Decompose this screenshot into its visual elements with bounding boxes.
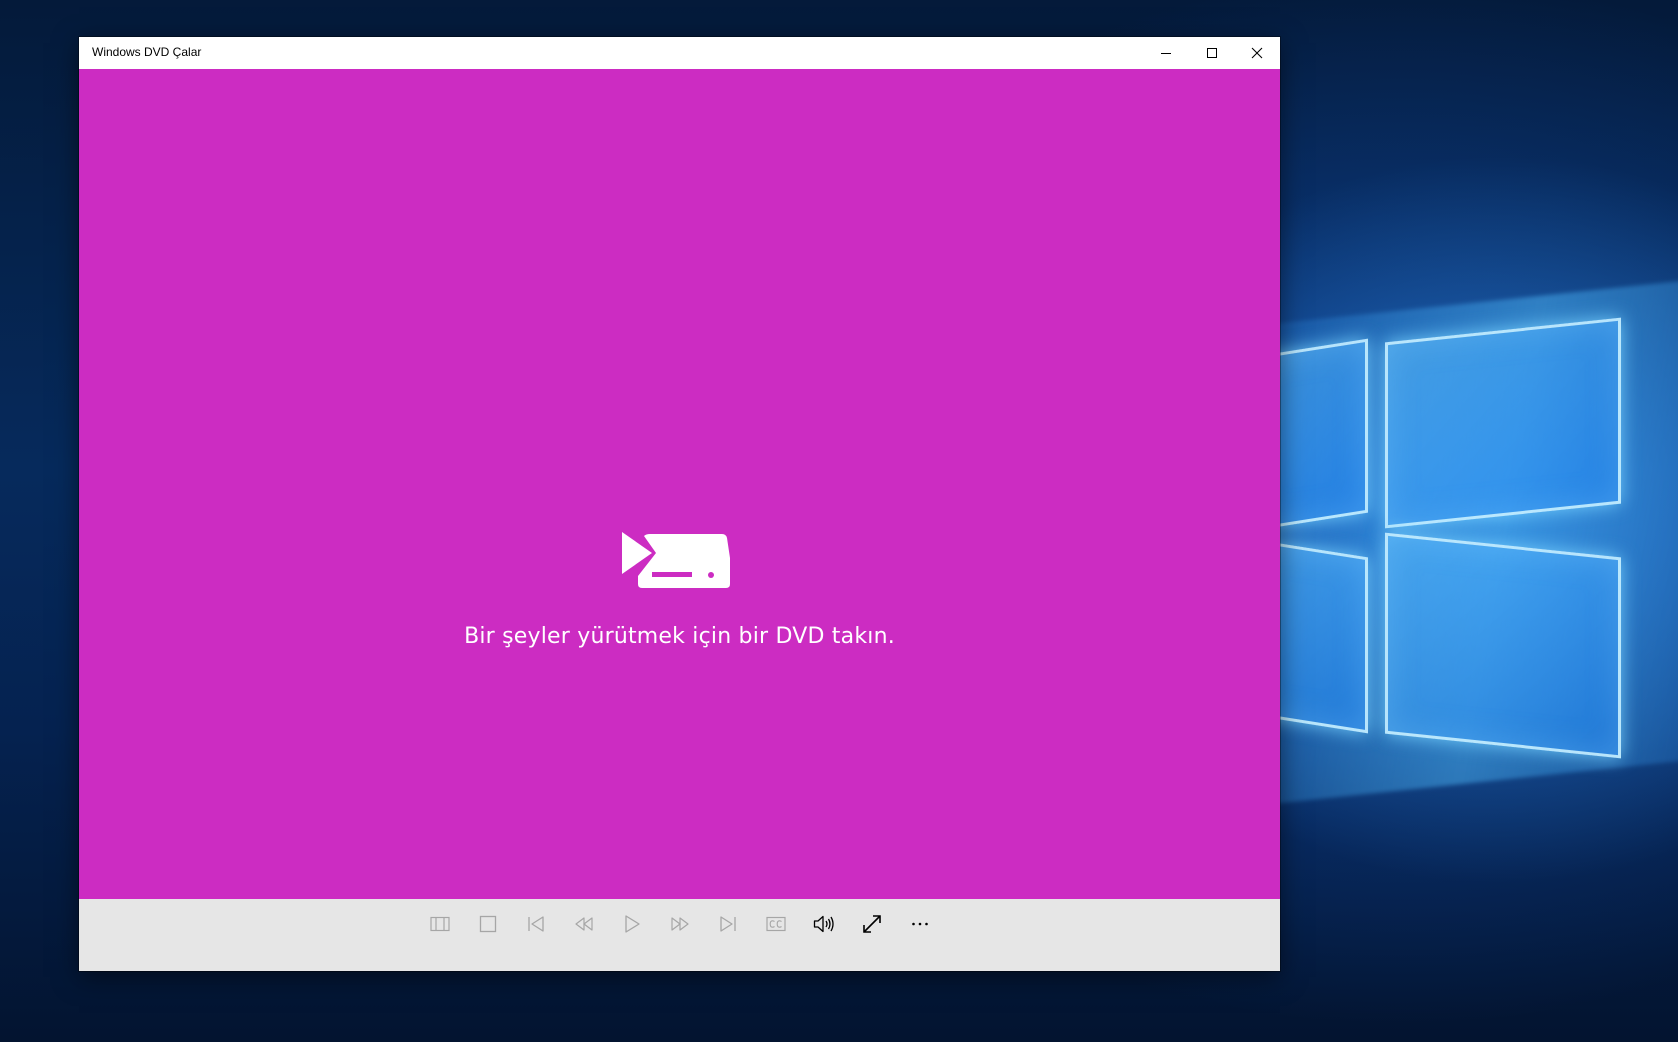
play-button[interactable] xyxy=(612,909,652,939)
menu-icon xyxy=(430,916,450,932)
close-icon xyxy=(1251,47,1263,59)
rewind-button[interactable] xyxy=(564,909,604,939)
stop-button[interactable] xyxy=(468,909,508,939)
rewind-icon xyxy=(575,917,593,931)
fast-forward-icon xyxy=(671,917,689,931)
next-chapter-button[interactable] xyxy=(708,909,748,939)
maximize-button[interactable] xyxy=(1189,37,1235,69)
play-icon xyxy=(625,915,640,933)
minimize-button[interactable] xyxy=(1143,37,1189,69)
maximize-icon xyxy=(1207,48,1217,58)
menu-button[interactable] xyxy=(420,909,460,939)
full-screen-icon xyxy=(863,915,881,933)
wallpaper-logo-pane xyxy=(1385,532,1621,759)
playback-control-bar xyxy=(79,899,1280,971)
volume-icon xyxy=(813,915,834,933)
dvd-drive-icon xyxy=(622,532,730,588)
video-area[interactable]: Bir şeyler yürütmek için bir DVD takın. xyxy=(79,69,1280,899)
wallpaper-logo-pane xyxy=(1385,317,1621,529)
stop-icon xyxy=(479,915,497,933)
full-screen-button[interactable] xyxy=(852,909,892,939)
insert-dvd-message: Bir şeyler yürütmek için bir DVD takın. xyxy=(464,624,895,649)
window-title: Windows DVD Çalar xyxy=(92,45,202,59)
closed-captions-icon xyxy=(766,916,786,932)
dvd-player-window: Windows DVD Çalar Bir şeyler yürütmek iç… xyxy=(79,37,1280,971)
title-bar[interactable]: Windows DVD Çalar xyxy=(79,37,1280,69)
closed-captions-button[interactable] xyxy=(756,909,796,939)
fast-forward-button[interactable] xyxy=(660,909,700,939)
previous-chapter-button[interactable] xyxy=(516,909,556,939)
close-button[interactable] xyxy=(1234,37,1280,69)
next-chapter-icon xyxy=(720,916,736,932)
more-options-button[interactable] xyxy=(900,909,940,939)
previous-chapter-icon xyxy=(528,916,544,932)
more-options-icon xyxy=(912,922,928,926)
minimize-icon xyxy=(1161,53,1171,54)
volume-button[interactable] xyxy=(804,909,844,939)
